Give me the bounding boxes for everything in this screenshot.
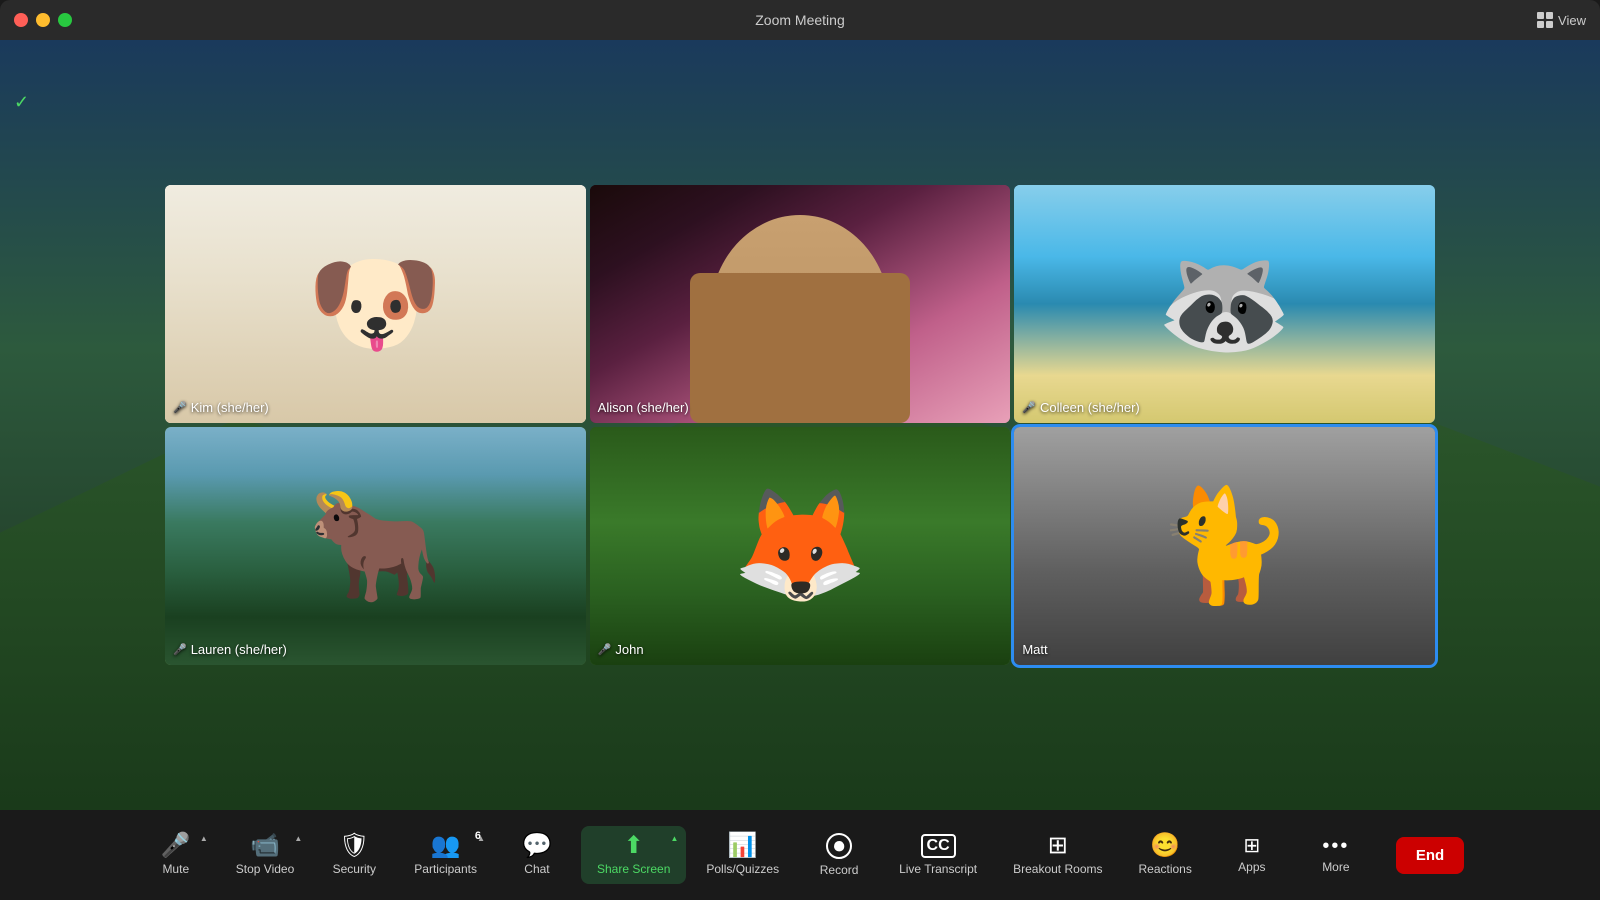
chat-button[interactable]: 💬 Chat — [497, 826, 577, 884]
security-icon: 🛡 — [339, 834, 369, 858]
end-button[interactable]: End — [1396, 837, 1464, 874]
name-label-colleen: 🎤 Colleen (she/her) — [1022, 400, 1139, 415]
name-label-kim: 🎤 Kim (she/her) — [173, 400, 269, 415]
more-label: More — [1322, 860, 1349, 874]
tile-background-alison — [590, 185, 1011, 423]
maximize-button[interactable] — [58, 13, 72, 27]
share-caret[interactable]: ▲ — [670, 834, 678, 843]
video-caret[interactable]: ▲ — [294, 834, 302, 843]
toolbar: ▲ 🎤 Mute ▲ 📹 Stop Video 🛡 Security ▲ 👥 6… — [0, 810, 1600, 900]
reactions-button[interactable]: 😊 Reactions — [1122, 826, 1207, 884]
avatar-lauren: 🐂 — [307, 491, 444, 601]
apps-label: Apps — [1238, 860, 1265, 874]
video-tile-john[interactable]: 🦊 🎤 John — [590, 427, 1011, 665]
video-tile-kim[interactable]: 🐶 🎤 Kim (she/her) — [165, 185, 586, 423]
tile-background-lauren: 🐂 — [165, 427, 586, 665]
tile-background-john: 🦊 — [590, 427, 1011, 665]
name-label-john: 🎤 John — [598, 642, 644, 657]
reactions-icon: 😊 — [1150, 834, 1180, 858]
video-grid: 🐶 🎤 Kim (she/her) Alison (she/her) — [165, 185, 1435, 665]
muted-icon-kim: 🎤 — [173, 401, 187, 414]
more-icon: ••• — [1322, 836, 1349, 856]
polls-icon: 📊 — [728, 834, 758, 858]
record-icon: ⏺ — [826, 833, 852, 859]
live-transcript-label: Live Transcript — [899, 862, 977, 876]
security-label: Security — [333, 862, 376, 876]
security-button[interactable]: 🛡 Security — [314, 826, 394, 884]
apps-button[interactable]: ⊞ Apps — [1212, 828, 1292, 882]
polls-button[interactable]: 📊 Polls/Quizzes — [690, 826, 795, 884]
cc-icon: CC — [921, 834, 956, 858]
reactions-label: Reactions — [1138, 862, 1191, 876]
stop-video-label: Stop Video — [236, 862, 295, 876]
participants-button[interactable]: ▲ 👥 6 Participants — [398, 826, 493, 884]
share-screen-icon: ⬆ — [624, 834, 644, 858]
tile-background-colleen: 🦝 — [1014, 185, 1435, 423]
tile-background-kim: 🐶 — [165, 185, 586, 423]
avatar-john: 🦊 — [732, 491, 869, 601]
video-tile-matt[interactable]: 🐈 Matt — [1014, 427, 1435, 665]
microphone-icon: 🎤 — [161, 834, 191, 858]
avatar-kim: 🐶 — [307, 249, 444, 359]
close-button[interactable] — [14, 13, 28, 27]
grid-icon — [1537, 12, 1553, 28]
participants-label: Participants — [414, 862, 477, 876]
video-tile-lauren[interactable]: 🐂 🎤 Lauren (she/her) — [165, 427, 586, 665]
name-label-alison: Alison (she/her) — [598, 400, 689, 415]
mute-caret[interactable]: ▲ — [200, 834, 208, 843]
window-title: Zoom Meeting — [755, 12, 844, 28]
minimize-button[interactable] — [36, 13, 50, 27]
participants-icon: 👥 — [431, 834, 461, 858]
breakout-icon: ⊞ — [1048, 834, 1068, 858]
share-screen-label: Share Screen — [597, 862, 670, 876]
security-indicator: ✓ — [14, 92, 29, 113]
share-screen-button[interactable]: ▲ ⬆ Share Screen — [581, 826, 686, 884]
mute-button[interactable]: ▲ 🎤 Mute — [136, 826, 216, 884]
name-label-lauren: 🎤 Lauren (she/her) — [173, 642, 287, 657]
title-bar: Zoom Meeting View — [0, 0, 1600, 40]
avatar-colleen: 🦝 — [1156, 249, 1293, 359]
chat-icon: 💬 — [522, 834, 552, 858]
tile-background-matt: 🐈 — [1014, 427, 1435, 665]
participant-count: 6 — [475, 830, 481, 842]
video-tile-alison[interactable]: Alison (she/her) — [590, 185, 1011, 423]
apps-icon: ⊞ — [1243, 836, 1260, 856]
live-transcript-button[interactable]: CC Live Transcript — [883, 826, 993, 884]
stop-video-button[interactable]: ▲ 📹 Stop Video — [220, 826, 311, 884]
breakout-rooms-label: Breakout Rooms — [1013, 862, 1102, 876]
mute-label: Mute — [162, 862, 189, 876]
muted-icon-colleen: 🎤 — [1022, 401, 1036, 414]
more-button[interactable]: ••• More — [1296, 828, 1376, 882]
view-button[interactable]: View — [1537, 12, 1586, 28]
chat-label: Chat — [524, 862, 549, 876]
breakout-rooms-button[interactable]: ⊞ Breakout Rooms — [997, 826, 1118, 884]
muted-icon-john: 🎤 — [598, 643, 612, 656]
polls-label: Polls/Quizzes — [706, 862, 779, 876]
window-controls — [14, 13, 72, 27]
name-label-matt: Matt — [1022, 642, 1047, 657]
avatar-matt: 🐈 — [1156, 491, 1293, 601]
video-tile-colleen[interactable]: 🦝 🎤 Colleen (she/her) — [1014, 185, 1435, 423]
record-button[interactable]: ⏺ Record — [799, 825, 879, 885]
toolbar-inner: ▲ 🎤 Mute ▲ 📹 Stop Video 🛡 Security ▲ 👥 6… — [136, 825, 1464, 885]
record-label: Record — [820, 863, 859, 877]
camera-icon: 📹 — [250, 834, 280, 858]
muted-icon-lauren: 🎤 — [173, 643, 187, 656]
main-content: ✓ 🐶 🎤 Kim (she/her) — [0, 40, 1600, 810]
